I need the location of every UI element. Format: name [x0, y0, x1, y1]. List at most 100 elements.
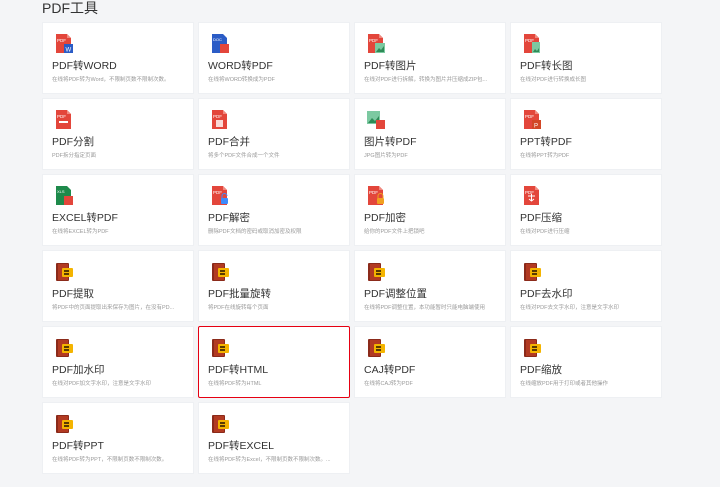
tool-card-title: PDF转WORD: [52, 60, 117, 72]
tool-card-image-to-pdf[interactable]: 图片转PDF JPG图片转为PDF: [354, 98, 506, 170]
tool-card-title: PPT转PDF: [520, 136, 572, 148]
tool-card-title: PDF加密: [364, 212, 406, 224]
pdf-to-word-icon: PDF W: [53, 33, 75, 55]
tool-card-title: PDF转图片: [364, 60, 417, 72]
tool-card-desc: 删除PDF文档的密码或取消加密及权限: [208, 229, 302, 235]
tool-card-desc: 在线将PPT转为PDF: [520, 153, 570, 159]
tool-card-pdf-encrypt[interactable]: PDF PDF加密 给你的PDF文件上把锁吧: [354, 174, 506, 246]
svg-text:PDF: PDF: [213, 190, 222, 195]
book-icon: [53, 261, 75, 283]
svg-text:W: W: [66, 48, 72, 54]
tool-card-desc: 在线将PDF转为HTML: [208, 381, 262, 387]
ppt-to-pdf-icon: PDF P: [521, 109, 543, 131]
tool-card-desc: 在线对PDF进行压缩: [520, 229, 570, 235]
svg-text:PDF: PDF: [57, 38, 66, 43]
tool-card-desc: 在线对PDF进行转换成长图: [520, 77, 587, 83]
tool-card-desc: 在线将WORD转换成为PDF: [208, 77, 275, 83]
tool-card-title: 图片转PDF: [364, 136, 417, 148]
svg-text:PDF: PDF: [57, 114, 66, 119]
book-icon: [521, 337, 543, 359]
tool-card-pdf-to-word[interactable]: PDF W PDF转WORD 在线将PDF转为Word，不限制页数不限制次数。: [42, 22, 194, 94]
tool-card-pdf-to-excel[interactable]: PDF转EXCEL 在线将PDF转为Excel，不限制页数不限制次数。...: [198, 402, 350, 474]
tool-card-desc: 在线对PDF去文字水印，注意是文字水印: [520, 305, 620, 311]
tool-card-pdf-remove-watermark[interactable]: PDF去水印 在线对PDF去文字水印，注意是文字水印: [510, 250, 662, 322]
tool-card-desc: 将PDF在线旋转每个页面: [208, 305, 269, 311]
tool-card-pdf-scale[interactable]: PDF缩放 在线缩放PDF用于打印或者其他操作: [510, 326, 662, 398]
tool-card-title: CAJ转PDF: [364, 364, 416, 376]
book-icon: [365, 261, 387, 283]
book-icon: [209, 261, 231, 283]
tool-card-pdf-add-watermark[interactable]: PDF加水印 在线对PDF加文字水印，注意是文字水印: [42, 326, 194, 398]
tool-card-desc: 在线将PDF转为Word，不限制页数不限制次数。: [52, 77, 170, 83]
tool-card-title: PDF加水印: [52, 364, 105, 376]
svg-text:PDF: PDF: [213, 114, 222, 119]
svg-text:XLS: XLS: [57, 189, 65, 194]
tool-card-desc: 在线将PDF转为Excel，不限制页数不限制次数。...: [208, 457, 331, 463]
tool-card-desc: 在线将PDF转为PPT，不限制页数不限制次数。: [52, 457, 168, 463]
tool-card-title: PDF解密: [208, 212, 250, 224]
tool-card-desc: PDF拆分指定页面: [52, 153, 97, 159]
tool-card-pdf-extract[interactable]: PDF提取 将PDF中的页面提取出来保存为图片，在没有PD...: [42, 250, 194, 322]
tool-card-pdf-split[interactable]: PDF PDF分割 PDF拆分指定页面: [42, 98, 194, 170]
book-icon: [365, 337, 387, 359]
word-to-pdf-icon: DOC: [209, 33, 231, 55]
book-icon: [53, 413, 75, 435]
tool-card-pdf-merge[interactable]: PDF PDF合并 将多个PDF文件合成一个文件: [198, 98, 350, 170]
image-to-pdf-icon: [365, 109, 387, 131]
tool-card-desc: 在线将CAJ转为PDF: [364, 381, 413, 387]
tool-card-desc: 在线缩放PDF用于打印或者其他操作: [520, 381, 609, 387]
tool-card-pdf-to-ppt[interactable]: PDF转PPT 在线将PDF转为PPT，不限制页数不限制次数。: [42, 402, 194, 474]
tool-card-title: PDF转长图: [520, 60, 573, 72]
tool-card-desc: JPG图片转为PDF: [364, 153, 408, 159]
tool-card-title: PDF转EXCEL: [208, 440, 274, 452]
svg-text:DOC: DOC: [213, 37, 222, 42]
book-icon: [53, 337, 75, 359]
svg-text:PDF: PDF: [525, 114, 534, 119]
tool-card-pdf-decrypt[interactable]: PDF PDF解密 删除PDF文档的密码或取消加密及权限: [198, 174, 350, 246]
svg-text:PDF: PDF: [369, 38, 378, 43]
pdf-merge-icon: PDF: [209, 109, 231, 131]
svg-text:PDF: PDF: [369, 190, 378, 195]
pdf-compress-icon: PDF: [521, 185, 543, 207]
tool-card-pdf-compress[interactable]: PDF PDF压缩 在线对PDF进行压缩: [510, 174, 662, 246]
tool-card-ppt-to-pdf[interactable]: PDF P PPT转PDF 在线将PPT转为PDF: [510, 98, 662, 170]
tool-card-title: PDF转PPT: [52, 440, 104, 452]
tool-card-title: PDF去水印: [520, 288, 573, 300]
excel-to-pdf-icon: XLS: [53, 185, 75, 207]
tool-card-title: PDF调整位置: [364, 288, 427, 300]
section-title: PDF工具: [42, 0, 98, 16]
tool-grid: PDF W PDF转WORD 在线将PDF转为Word，不限制页数不限制次数。 …: [42, 22, 662, 474]
tool-card-title: WORD转PDF: [208, 60, 273, 72]
pdf-to-image-icon: PDF: [365, 33, 387, 55]
tool-card-desc: 在线对PDF加文字水印，注意是文字水印: [52, 381, 152, 387]
tool-card-pdf-to-image[interactable]: PDF PDF转图片 在线对PDF进行拆解，转换为图片并压缩成ZIP包...: [354, 22, 506, 94]
tool-card-desc: 将多个PDF文件合成一个文件: [208, 153, 280, 159]
tool-card-pdf-to-long-image[interactable]: PDF PDF转长图 在线对PDF进行转换成长图: [510, 22, 662, 94]
pdf-encrypt-icon: PDF: [365, 185, 387, 207]
tool-card-desc: 在线将EXCEL转为PDF: [52, 229, 109, 235]
tool-card-word-to-pdf[interactable]: DOC WORD转PDF 在线将WORD转换成为PDF: [198, 22, 350, 94]
tool-card-desc: 在线将PDF调整位置，本功能暂时只能电脑端使用: [364, 305, 486, 311]
tool-card-title: PDF缩放: [520, 364, 562, 376]
tool-card-excel-to-pdf[interactable]: XLS EXCEL转PDF 在线将EXCEL转为PDF: [42, 174, 194, 246]
book-icon: [209, 337, 231, 359]
book-icon: [521, 261, 543, 283]
svg-text:PDF: PDF: [525, 190, 534, 195]
tool-card-title: PDF分割: [52, 136, 94, 148]
book-icon: [209, 413, 231, 435]
tool-card-pdf-adjust-position[interactable]: PDF调整位置 在线将PDF调整位置，本功能暂时只能电脑端使用: [354, 250, 506, 322]
tool-card-title: PDF提取: [52, 288, 94, 300]
tool-card-pdf-to-html[interactable]: PDF转HTML 在线将PDF转为HTML: [198, 326, 350, 398]
pdf-decrypt-icon: PDF: [209, 185, 231, 207]
tool-card-desc: 将PDF中的页面提取出来保存为图片，在没有PD...: [52, 305, 175, 311]
tool-card-title: EXCEL转PDF: [52, 212, 118, 224]
tool-card-caj-to-pdf[interactable]: CAJ转PDF 在线将CAJ转为PDF: [354, 326, 506, 398]
tool-card-desc: 给你的PDF文件上把锁吧: [364, 229, 425, 235]
tool-card-pdf-batch-rotate[interactable]: PDF批量旋转 将PDF在线旋转每个页面: [198, 250, 350, 322]
pdf-split-icon: PDF: [53, 109, 75, 131]
pdf-to-long-image-icon: PDF: [521, 33, 543, 55]
tool-card-desc: 在线对PDF进行拆解，转换为图片并压缩成ZIP包...: [364, 77, 488, 83]
tool-card-title: PDF压缩: [520, 212, 562, 224]
tool-card-title: PDF合并: [208, 136, 250, 148]
tool-card-title: PDF批量旋转: [208, 288, 271, 300]
